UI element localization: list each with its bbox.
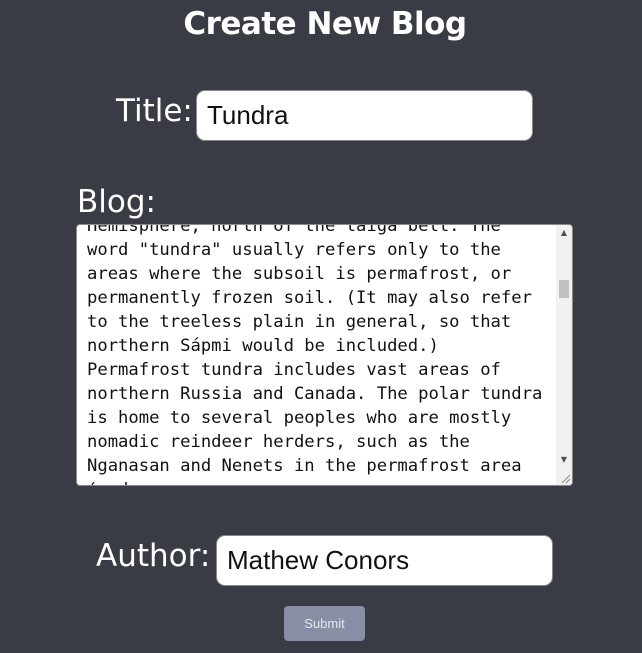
blog-textarea[interactable]: Hemisphere, north of the taiga belt. The…: [76, 224, 573, 486]
blog-scrollbar[interactable]: ▲ ▼: [556, 225, 572, 485]
blog-label: Blog:: [77, 184, 156, 220]
author-input[interactable]: [216, 535, 553, 586]
arrow-down-icon[interactable]: ▼: [556, 453, 572, 467]
scroll-thumb[interactable]: [559, 280, 569, 298]
blog-textarea-content: Hemisphere, north of the taiga belt. The…: [87, 224, 543, 485]
author-label: Author:: [96, 538, 211, 574]
arrow-up-icon[interactable]: ▲: [556, 226, 572, 240]
resize-grip-icon[interactable]: [559, 472, 571, 484]
title-input[interactable]: [196, 90, 533, 141]
title-label: Title:: [116, 93, 193, 129]
submit-button[interactable]: Submit: [284, 606, 365, 641]
page-title: Create New Blog: [183, 6, 467, 42]
